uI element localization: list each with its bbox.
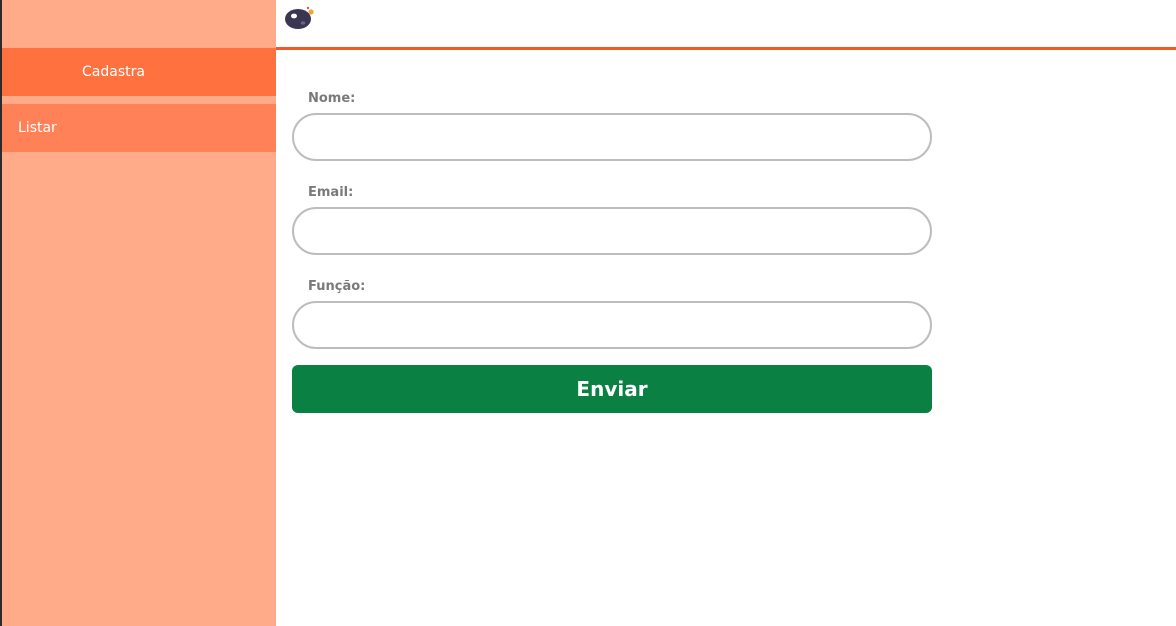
planet-logo-icon[interactable] (283, 4, 317, 30)
funcao-label: Função: (308, 279, 366, 294)
submit-button[interactable]: Enviar (292, 365, 932, 413)
header-divider (276, 47, 1176, 50)
top-header (276, 0, 1176, 47)
sidebar-item-listar[interactable]: Listar (2, 104, 276, 152)
email-label: Email: (308, 185, 354, 200)
sidebar-item-cadastra[interactable]: Cadastra (2, 48, 276, 96)
sidebar-item-label: Cadastra (82, 64, 145, 80)
app-window: Cadastra Listar Nome: Email: Função: Env… (0, 0, 1176, 626)
sidebar: Cadastra Listar (2, 0, 276, 626)
sidebar-item-label: Listar (18, 120, 57, 136)
funcao-input[interactable] (292, 301, 932, 349)
email-input[interactable] (292, 207, 932, 255)
nome-label: Nome: (308, 91, 356, 106)
nome-input[interactable] (292, 113, 932, 161)
